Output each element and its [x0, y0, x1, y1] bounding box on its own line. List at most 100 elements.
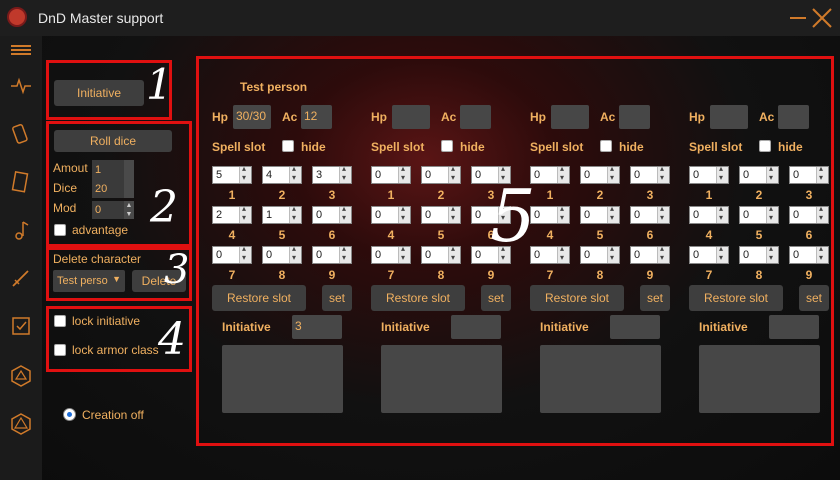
stepper-arrows-icon[interactable]	[557, 204, 569, 223]
initiative-field[interactable]	[451, 315, 501, 339]
dice-params-list[interactable]: 1 20	[92, 160, 134, 198]
stepper-arrows-icon[interactable]	[657, 164, 669, 183]
ac-field[interactable]: 12	[301, 105, 332, 129]
notes-area[interactable]	[540, 345, 661, 413]
stepper-arrows-icon[interactable]	[398, 204, 410, 223]
stepper-arrows-icon[interactable]	[716, 244, 728, 263]
spell-slot-stepper[interactable]: 0	[421, 204, 461, 224]
spell-slot-stepper[interactable]: 0	[630, 244, 670, 264]
stepper-arrows-icon[interactable]	[657, 204, 669, 223]
hp-field[interactable]	[551, 105, 589, 129]
ac-field[interactable]	[778, 105, 809, 129]
stepper-arrows-icon[interactable]	[239, 244, 251, 263]
notes-area[interactable]	[699, 345, 820, 413]
initiative-field[interactable]: 3	[292, 315, 342, 339]
spell-slot-stepper[interactable]: 4	[262, 164, 302, 184]
initiative-button[interactable]: Initiative	[54, 80, 144, 106]
spell-slot-stepper[interactable]: 0	[789, 204, 829, 224]
mod-stepper[interactable]: 0 ▲ ▼	[92, 201, 134, 219]
spell-slot-stepper[interactable]: 0	[630, 164, 670, 184]
hp-field[interactable]: 30/30	[233, 105, 271, 129]
spell-slot-stepper[interactable]: 0	[312, 244, 352, 264]
hp-field[interactable]	[710, 105, 748, 129]
stepper-arrows-icon[interactable]	[289, 204, 301, 223]
spell-slot-stepper[interactable]: 0	[530, 164, 570, 184]
stepper-arrows-icon[interactable]	[448, 164, 460, 183]
spell-slot-stepper[interactable]: 0	[630, 204, 670, 224]
stepper-arrows-icon[interactable]	[816, 164, 828, 183]
stepper-arrows-icon[interactable]	[339, 204, 351, 223]
roll-dice-button[interactable]: Roll dice	[54, 130, 172, 152]
advantage-checkbox[interactable]	[54, 224, 66, 236]
stepper-arrows-icon[interactable]	[766, 204, 778, 223]
spell-slot-stepper[interactable]: 0	[421, 244, 461, 264]
spell-slot-stepper[interactable]: 0	[789, 164, 829, 184]
stepper-arrows-icon[interactable]	[657, 244, 669, 263]
spell-slot-stepper[interactable]: 0	[689, 204, 729, 224]
d20-icon[interactable]	[9, 364, 33, 388]
hide-checkbox[interactable]	[282, 140, 294, 152]
hide-checkbox[interactable]	[759, 140, 771, 152]
spell-slot-stepper[interactable]: 0	[212, 244, 252, 264]
scroll-icon[interactable]	[9, 170, 33, 194]
spell-slot-stepper[interactable]: 0	[530, 244, 570, 264]
pulse-icon[interactable]	[9, 74, 33, 98]
spell-slot-stepper[interactable]: 1	[262, 204, 302, 224]
stepper-arrows-icon[interactable]	[557, 164, 569, 183]
spell-slot-stepper[interactable]: 0	[371, 244, 411, 264]
initiative-field[interactable]	[610, 315, 660, 339]
stepper-arrows-icon[interactable]	[239, 164, 251, 183]
stepper-arrows-icon[interactable]	[448, 204, 460, 223]
stepper-arrows-icon[interactable]	[716, 204, 728, 223]
minimize-button[interactable]	[788, 8, 808, 28]
stepper-arrows-icon[interactable]	[448, 244, 460, 263]
spell-slot-stepper[interactable]: 0	[371, 164, 411, 184]
set-button[interactable]: set	[640, 285, 670, 311]
sword-icon[interactable]	[9, 266, 33, 290]
restore-slot-button[interactable]: Restore slot	[212, 285, 306, 311]
spell-slot-stepper[interactable]: 5	[212, 164, 252, 184]
checklist-icon[interactable]	[9, 314, 33, 338]
stepper-arrows-icon[interactable]	[239, 204, 251, 223]
mod-arrows-icon[interactable]: ▲ ▼	[124, 201, 134, 219]
spell-slot-stepper[interactable]: 0	[530, 204, 570, 224]
spell-slot-stepper[interactable]: 0	[421, 164, 461, 184]
stepper-arrows-icon[interactable]	[716, 164, 728, 183]
character-select[interactable]: Test perso ▼	[53, 270, 125, 292]
close-button[interactable]	[810, 6, 834, 30]
lock-initiative-checkbox[interactable]	[54, 315, 66, 327]
stepper-arrows-icon[interactable]	[289, 244, 301, 263]
spell-slot-stepper[interactable]: 0	[689, 244, 729, 264]
restore-slot-button[interactable]: Restore slot	[371, 285, 465, 311]
creation-radio[interactable]	[63, 408, 76, 421]
stepper-arrows-icon[interactable]	[816, 204, 828, 223]
stepper-arrows-icon[interactable]	[607, 244, 619, 263]
spell-slot-stepper[interactable]: 3	[312, 164, 352, 184]
restore-slot-button[interactable]: Restore slot	[689, 285, 783, 311]
d20-alt-icon[interactable]	[9, 412, 33, 436]
spell-slot-stepper[interactable]: 0	[580, 204, 620, 224]
set-button[interactable]: set	[322, 285, 352, 311]
stepper-arrows-icon[interactable]	[339, 164, 351, 183]
spell-slot-stepper[interactable]: 0	[739, 244, 779, 264]
stepper-arrows-icon[interactable]	[398, 244, 410, 263]
stepper-arrows-icon[interactable]	[607, 164, 619, 183]
stepper-arrows-icon[interactable]	[557, 244, 569, 263]
music-note-icon[interactable]	[9, 218, 33, 242]
spell-slot-stepper[interactable]: 0	[689, 164, 729, 184]
hp-field[interactable]	[392, 105, 430, 129]
ac-field[interactable]	[619, 105, 650, 129]
notes-area[interactable]	[381, 345, 502, 413]
set-button[interactable]: set	[799, 285, 829, 311]
stepper-arrows-icon[interactable]	[607, 204, 619, 223]
spell-slot-stepper[interactable]: 0	[789, 244, 829, 264]
spell-slot-stepper[interactable]: 0	[312, 204, 352, 224]
spell-slot-stepper[interactable]: 0	[739, 204, 779, 224]
spell-slot-stepper[interactable]: 0	[371, 204, 411, 224]
ac-field[interactable]	[460, 105, 491, 129]
stepper-arrows-icon[interactable]	[398, 164, 410, 183]
stepper-arrows-icon[interactable]	[816, 244, 828, 263]
lock-armor-checkbox[interactable]	[54, 344, 66, 356]
stepper-arrows-icon[interactable]	[766, 164, 778, 183]
restore-slot-button[interactable]: Restore slot	[530, 285, 624, 311]
